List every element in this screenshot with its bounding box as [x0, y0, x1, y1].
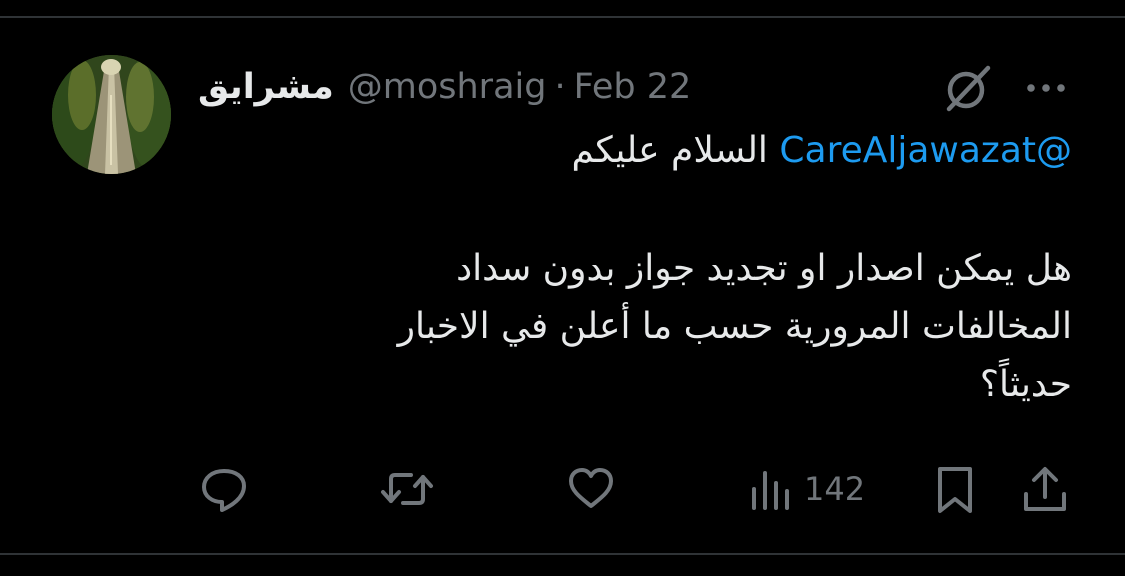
views-count: 142 — [804, 470, 866, 508]
bookmark-button[interactable] — [930, 458, 980, 520]
action-bar: 142 — [0, 458, 1125, 520]
tweet-date[interactable]: Feb 22 — [574, 67, 692, 107]
bar-chart-icon — [752, 471, 789, 510]
bottom-divider — [0, 553, 1125, 555]
user-handle[interactable]: @moshraig — [348, 67, 547, 107]
grok-slash-circle-icon — [946, 65, 991, 112]
tweet-header: مشرايق @moshraig · Feb 22 — [198, 60, 691, 114]
separator-dot: · — [554, 67, 566, 107]
tweet-text: @CareAljawazat السلام عليكم هل يمكن اصدا… — [252, 122, 1072, 414]
reply-button[interactable] — [196, 458, 252, 520]
display-name[interactable]: مشرايق — [198, 67, 334, 107]
tweet-line-3: المخالفات المرورية حسب ما أعلن في الاخبا… — [397, 306, 1072, 347]
tweet-line-4: حديثاً؟ — [979, 364, 1072, 405]
top-divider — [0, 16, 1125, 18]
more-options-button[interactable] — [1015, 58, 1077, 118]
heart-icon — [569, 468, 613, 508]
tweet-line-2: هل يمكن اصدار او تجديد جواز بدون سداد — [456, 248, 1072, 289]
more-horizontal-icon — [1027, 84, 1065, 92]
like-button[interactable] — [563, 458, 619, 520]
avatar[interactable] — [52, 55, 171, 174]
tweet-line-1: @CareAljawazat السلام عليكم — [252, 122, 1072, 180]
mention-link[interactable]: @CareAljawazat — [779, 130, 1072, 171]
share-button[interactable] — [1018, 458, 1072, 520]
views-button[interactable]: 142 — [748, 458, 865, 520]
reply-bubble-icon — [202, 469, 246, 512]
grok-button[interactable] — [936, 58, 996, 118]
retweet-icon — [381, 473, 433, 505]
share-upload-icon — [1024, 467, 1066, 511]
tweet-view: مشرايق @moshraig · Feb 22 @CareAljawazat… — [0, 0, 1125, 576]
retweet-button[interactable] — [378, 458, 436, 520]
greeting-text: السلام عليكم — [571, 130, 768, 171]
bookmark-icon — [938, 467, 972, 513]
